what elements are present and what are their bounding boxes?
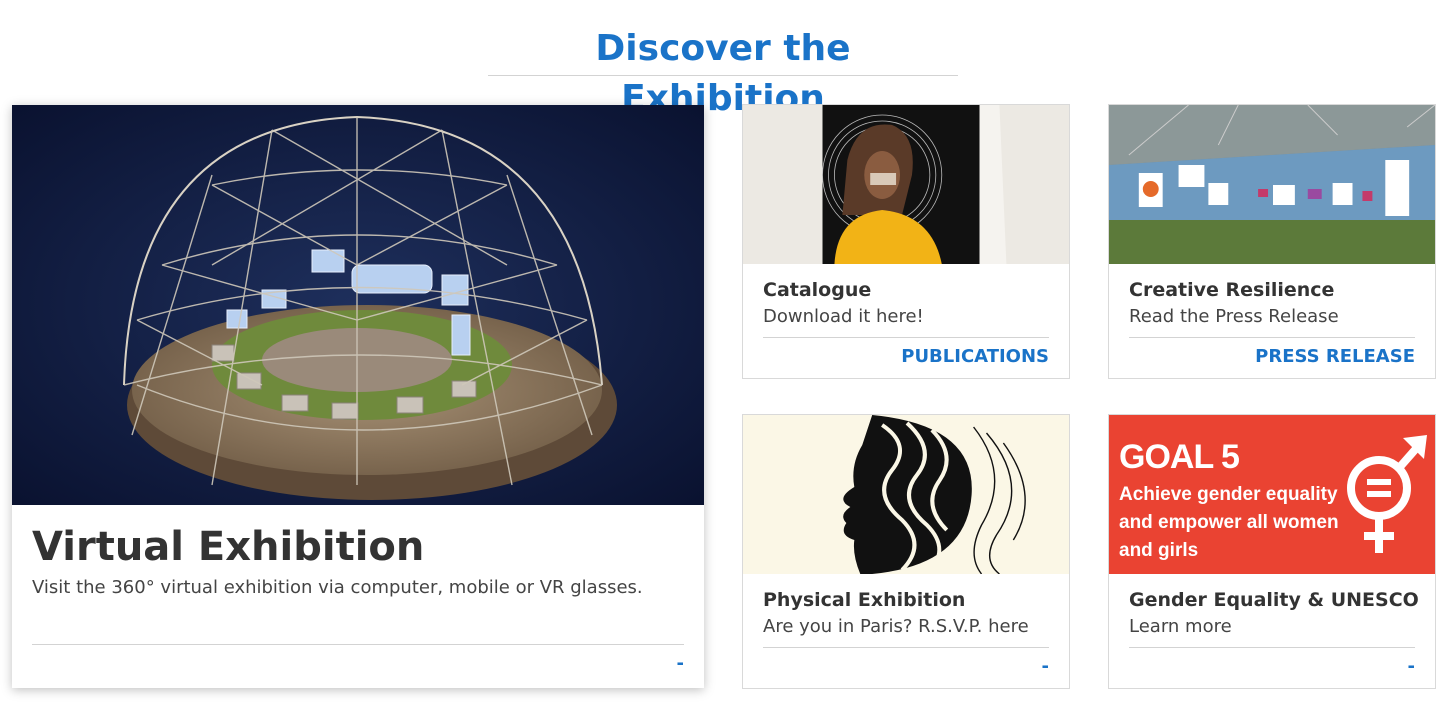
creative-resilience-card[interactable]: Creative Resilience Read the Press Relea… [1108,104,1436,379]
card-title: Physical Exhibition [763,589,966,611]
virtual-exhibition-image[interactable] [12,105,704,505]
card-description: Visit the 360° virtual exhibition via co… [32,577,643,598]
goal-5-image[interactable]: GOAL 5 Achieve gender equality and empow… [1109,415,1435,574]
card-link[interactable]: - [1042,656,1049,677]
goal-label: GOAL 5 [1119,438,1240,476]
card-divider [1129,647,1415,648]
goal-text-line: Achieve gender equality [1119,484,1338,505]
card-title: Gender Equality & UNESCO [1129,589,1419,611]
card-divider [763,647,1049,648]
card-title: Creative Resilience [1129,279,1335,301]
card-description: Learn more [1129,616,1232,637]
card-link[interactable]: - [1408,656,1415,677]
card-title: Catalogue [763,279,872,301]
catalogue-image[interactable] [743,105,1069,264]
catalogue-card[interactable]: Catalogue Download it here! PUBLICATIONS [742,104,1070,379]
publications-link[interactable]: PUBLICATIONS [901,346,1049,367]
physical-exhibition-image[interactable] [743,415,1069,574]
card-title: Virtual Exhibition [32,524,425,570]
creative-resilience-image[interactable] [1109,105,1435,264]
card-description: Read the Press Release [1129,306,1339,327]
goal-text-line: and girls [1119,540,1199,561]
press-release-link[interactable]: PRESS RELEASE [1255,346,1415,367]
page-title: Discover the Exhibition [595,28,851,119]
virtual-exhibition-card[interactable]: Virtual Exhibition Visit the 360° virtua… [12,105,704,688]
card-link[interactable]: - [677,653,684,674]
card-description: Are you in Paris? R.S.V.P. here [763,616,1029,637]
card-divider [32,644,684,645]
card-description: Download it here! [763,306,924,327]
physical-exhibition-card[interactable]: Physical Exhibition Are you in Paris? R.… [742,414,1070,689]
card-divider [763,337,1049,338]
card-divider [1129,337,1415,338]
gender-equality-card[interactable]: GOAL 5 Achieve gender equality and empow… [1108,414,1436,689]
gender-equality-icon [1347,435,1427,553]
goal-text-line: and empower all women [1119,512,1339,533]
title-divider [488,75,958,76]
